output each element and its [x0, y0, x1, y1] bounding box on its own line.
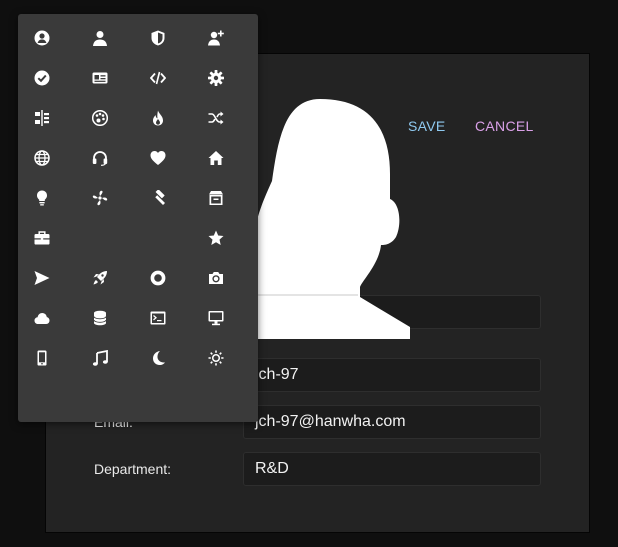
hammer-icon[interactable] — [143, 183, 173, 213]
account-circle-icon[interactable] — [27, 23, 57, 53]
department-label: Department: — [94, 461, 172, 477]
palette-icon[interactable] — [85, 103, 115, 133]
archive-icon[interactable] — [201, 183, 231, 213]
department-field[interactable]: R&D — [243, 452, 541, 486]
music-icon[interactable] — [85, 343, 115, 373]
person-add-icon[interactable] — [201, 23, 231, 53]
cloud-icon[interactable] — [27, 303, 57, 333]
username-field[interactable]: jch-97 — [243, 358, 541, 392]
ring-icon[interactable] — [143, 263, 173, 293]
sun-icon[interactable] — [201, 343, 231, 373]
database-icon[interactable] — [85, 303, 115, 333]
terminal-icon[interactable] — [143, 303, 173, 333]
fire-icon[interactable] — [143, 103, 173, 133]
send-icon[interactable] — [27, 263, 57, 293]
cancel-button[interactable]: CANCEL — [475, 118, 534, 134]
camera-icon[interactable] — [201, 263, 231, 293]
shield-icon[interactable] — [143, 23, 173, 53]
monitor-icon[interactable] — [201, 303, 231, 333]
mobile-icon[interactable] — [27, 343, 57, 373]
briefcase-icon[interactable] — [27, 223, 57, 253]
avatar-silhouette-icon[interactable] — [250, 99, 410, 339]
lightbulb-icon[interactable] — [27, 183, 57, 213]
check-circle-icon[interactable] — [27, 63, 57, 93]
globe-icon[interactable] — [27, 143, 57, 173]
person-icon[interactable] — [85, 23, 115, 53]
code-icon[interactable] — [143, 63, 173, 93]
rocket-icon[interactable] — [85, 263, 115, 293]
shuffle-icon[interactable] — [201, 103, 231, 133]
star-icon[interactable] — [201, 223, 231, 253]
icon-picker-popup — [18, 14, 258, 422]
heart-icon[interactable] — [143, 143, 173, 173]
save-button[interactable]: SAVE — [408, 118, 446, 134]
gear-icon[interactable] — [201, 63, 231, 93]
email-field[interactable]: jch-97@hanwha.com — [243, 405, 541, 439]
headset-icon[interactable] — [85, 143, 115, 173]
fan-icon[interactable] — [85, 183, 115, 213]
home-icon[interactable] — [201, 143, 231, 173]
id-card-icon[interactable] — [85, 63, 115, 93]
align-list-icon[interactable] — [27, 103, 57, 133]
moon-icon[interactable] — [143, 343, 173, 373]
